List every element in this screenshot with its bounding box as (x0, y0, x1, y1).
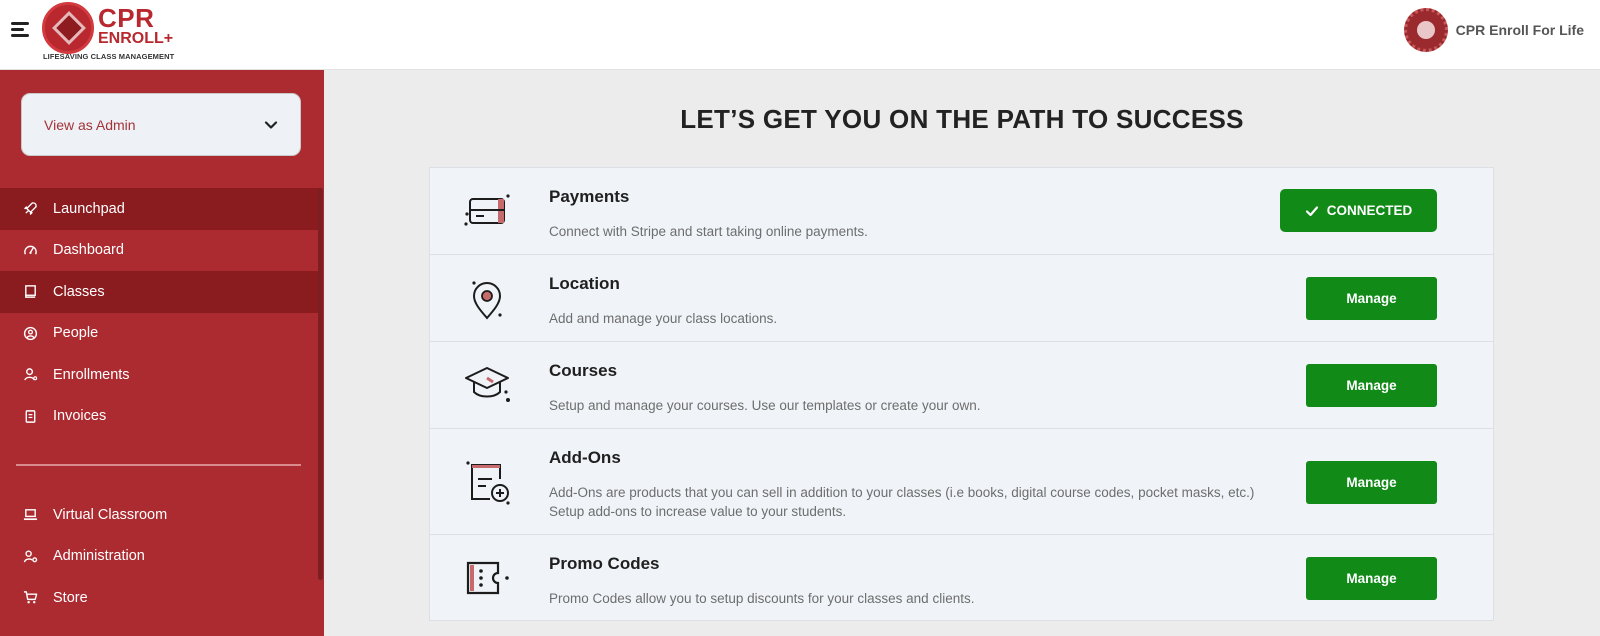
graduation-cap-icon (465, 367, 510, 402)
top-bar: CPR ENROLL+ LIFESAVING CLASS MANAGEMENT … (0, 0, 1600, 70)
sidebar-item-people[interactable]: People (0, 313, 320, 355)
location-pin-icon (472, 281, 502, 320)
sidebar-item-label: Classes (53, 283, 105, 300)
card-title: Courses (549, 361, 618, 380)
sidebar-nav: Launchpad Dashboard Classes People Enrol… (0, 188, 320, 437)
connected-button-label: CONNECTED (1326, 203, 1413, 218)
launchpad-card-promo-codes: Promo Codes Promo Codes allow you to set… (429, 534, 1494, 621)
sidebar-item-launchpad[interactable]: Launchpad (0, 188, 320, 230)
org-profile[interactable]: CPR Enroll For Life (1403, 8, 1584, 52)
logo-title: CPR (98, 3, 155, 33)
receipt-icon (22, 408, 38, 424)
launchpad-card-add-ons: Add-Ons Add-Ons are products that you ca… (429, 428, 1494, 534)
sidebar-item-dashboard[interactable]: Dashboard (0, 230, 320, 272)
gauge-icon (22, 242, 38, 258)
logo[interactable]: CPR ENROLL+ LIFESAVING CLASS MANAGEMENT (42, 2, 182, 64)
manage-button-label: Manage (1346, 571, 1397, 586)
manage-button-label: Manage (1346, 475, 1397, 490)
card-title: Location (549, 274, 620, 293)
user-gear-icon (22, 548, 38, 564)
sidebar-item-label: Administration (53, 548, 145, 565)
card-description: Add and manage your class locations. (549, 311, 778, 326)
launchpad-card-courses: Courses Setup and manage your courses. U… (429, 341, 1494, 428)
card-title: Promo Codes (549, 554, 660, 573)
sidebar-item-label: Dashboard (53, 242, 124, 259)
card-description: Add-Ons are products that you can sell i… (549, 485, 1255, 519)
org-name: CPR Enroll For Life (1455, 22, 1584, 38)
connected-button[interactable]: CONNECTED (1280, 189, 1437, 232)
card-description: Promo Codes allow you to setup discounts… (549, 591, 975, 606)
manage-location-button[interactable]: Manage (1306, 277, 1437, 320)
user-icon (22, 367, 38, 383)
page-title: LET’S GET YOU ON THE PATH TO SUCCESS (680, 104, 1244, 134)
sidebar-item-enrollments[interactable]: Enrollments (0, 354, 320, 396)
manage-button-label: Manage (1346, 378, 1397, 393)
sidebar-item-virtual-classroom[interactable]: Virtual Classroom (0, 494, 320, 536)
sidebar: View as Admin Launchpad Dashboard Classe… (0, 70, 324, 636)
card-title: Payments (549, 187, 630, 206)
laptop-icon (22, 507, 38, 523)
sidebar-item-administration[interactable]: Administration (0, 536, 320, 578)
cart-icon (22, 590, 38, 606)
view-as-select-value: View as Admin (44, 117, 136, 133)
logo-subtitle: ENROLL+ (98, 30, 174, 47)
add-on-list-icon (466, 461, 510, 505)
manage-button-label: Manage (1346, 291, 1397, 306)
sidebar-scrollbar[interactable] (318, 188, 323, 580)
manage-courses-button[interactable]: Manage (1306, 364, 1437, 407)
sidebar-divider (16, 464, 301, 466)
view-as-select[interactable]: View as Admin (21, 93, 301, 156)
user-circle-icon (22, 325, 38, 341)
launchpad-card-location: Location Add and manage your class locat… (429, 254, 1494, 341)
main-content: LET’S GET YOU ON THE PATH TO SUCCESS Pay… (324, 70, 1600, 636)
manage-add-ons-button[interactable]: Manage (1306, 461, 1437, 504)
launchpad-card-list: Payments Connect with Stripe and start t… (429, 167, 1494, 621)
sidebar-item-label: People (53, 325, 99, 342)
manage-promo-codes-button[interactable]: Manage (1306, 557, 1437, 600)
card-title: Add-Ons (549, 448, 621, 467)
logo-cube-icon (42, 2, 94, 54)
sidebar-item-store[interactable]: Store (0, 577, 320, 619)
sidebar-item-label: Invoices (53, 408, 107, 425)
sidebar-item-label: Virtual Classroom (53, 506, 168, 523)
logo-tagline: LIFESAVING CLASS MANAGEMENT (43, 52, 175, 61)
card-description: Setup and manage your courses. Use our t… (549, 398, 981, 413)
sidebar-item-classes[interactable]: Classes (0, 271, 320, 313)
org-badge-icon (1403, 8, 1448, 52)
card-description: Connect with Stripe and start taking onl… (549, 224, 868, 239)
chevron-down-icon (264, 121, 278, 129)
ticket-icon (466, 561, 509, 595)
book-icon (22, 284, 38, 300)
sidebar-item-label: Launchpad (53, 200, 125, 217)
check-icon (1305, 205, 1318, 216)
credit-card-icon (464, 194, 510, 226)
launchpad-card-payments: Payments Connect with Stripe and start t… (429, 167, 1494, 254)
menu-icon[interactable] (11, 22, 31, 38)
rocket-icon (22, 201, 38, 217)
sidebar-item-invoices[interactable]: Invoices (0, 396, 320, 438)
sidebar-nav-secondary: Virtual Classroom Administration Store (0, 494, 320, 619)
sidebar-item-label: Enrollments (53, 366, 130, 383)
sidebar-item-label: Store (53, 589, 88, 606)
